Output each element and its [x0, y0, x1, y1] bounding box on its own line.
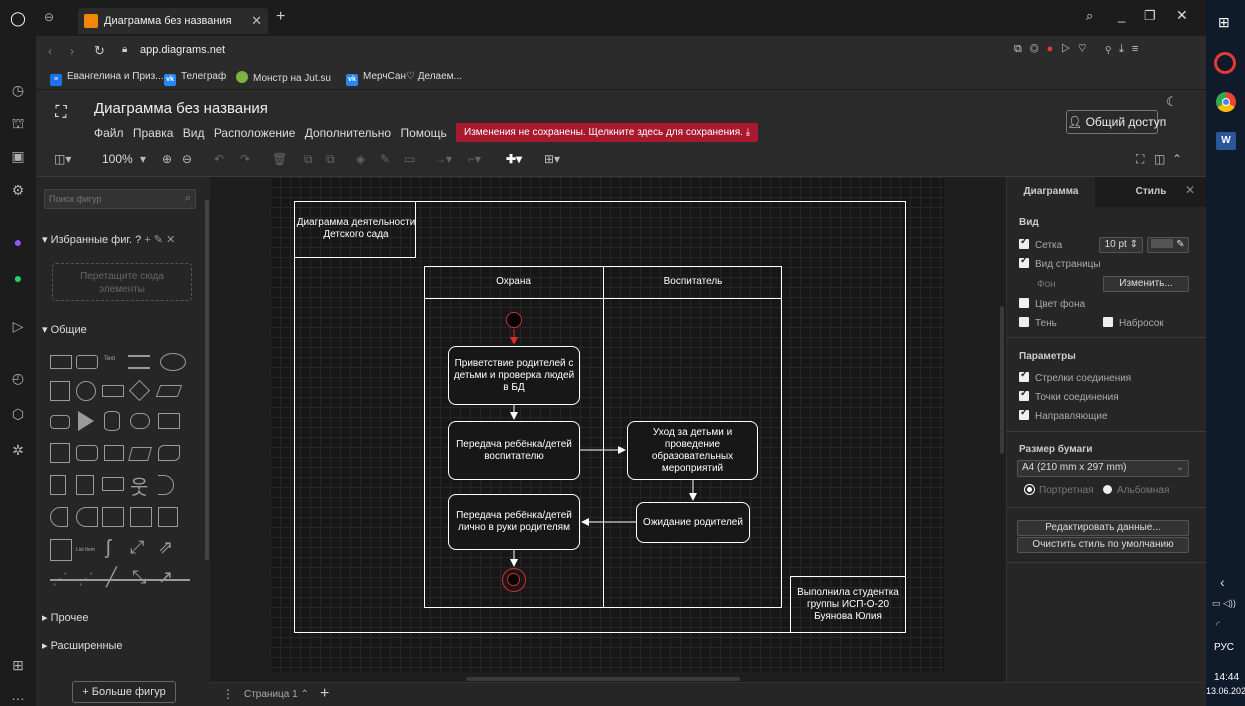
word-app-icon[interactable]: W	[1216, 132, 1236, 150]
divider	[1007, 337, 1207, 338]
clock-time[interactable]: 14:44	[1214, 672, 1239, 683]
options-section-title: Параметры	[1019, 351, 1076, 362]
view-section-title: Вид	[1019, 217, 1039, 228]
divider	[1007, 507, 1207, 508]
radio-selected-icon	[1025, 485, 1034, 494]
grid-color-picker[interactable]: ✎	[1147, 237, 1189, 253]
tab-diagram[interactable]: Диаграмма	[1007, 177, 1095, 207]
portrait-radio[interactable]: Портретная	[1025, 485, 1094, 496]
paper-size-select[interactable]: A4 (210 mm x 297 mm) ⌄	[1017, 460, 1189, 477]
paper-section-title: Размер бумаги	[1019, 444, 1093, 455]
connection-arrows-checkbox[interactable]: Стрелки соединения	[1019, 369, 1131, 384]
clear-default-style-button[interactable]: Очистить стиль по умолчанию	[1017, 537, 1189, 553]
opera-app-icon[interactable]	[1214, 52, 1236, 74]
windows-start-icon[interactable]: ⊞	[1218, 14, 1230, 31]
pages-menu-icon[interactable]: ⋮	[222, 687, 234, 701]
landscape-radio[interactable]: Альбомная	[1103, 485, 1169, 496]
checkbox-icon	[1019, 317, 1029, 327]
checkbox-icon	[1103, 317, 1113, 327]
checkbox-icon	[1019, 236, 1029, 249]
battery-volume-icon[interactable]: ▭ ◁))	[1212, 598, 1236, 609]
background-label: Фон	[1037, 279, 1056, 290]
connection-points-checkbox[interactable]: Точки соединения	[1019, 388, 1119, 403]
chevron-down-icon: ⌄	[1175, 462, 1184, 473]
canvas-vertical-scrollbar[interactable]	[1000, 306, 1004, 454]
grid-size-input[interactable]: 10 pt ⇕	[1099, 237, 1143, 253]
chrome-app-icon[interactable]	[1216, 92, 1236, 112]
tray-expand-icon[interactable]: ‹	[1220, 574, 1225, 590]
network-icon[interactable]: ◜	[1216, 620, 1220, 631]
canvas-horizontal-scrollbar[interactable]	[466, 677, 740, 681]
format-panel: Диаграмма Стиль ✕ Вид Сетка 10 pt ⇕ ✎ Ви…	[1006, 177, 1207, 706]
language-indicator[interactable]: РУС	[1214, 642, 1234, 653]
checkbox-icon	[1019, 369, 1029, 382]
divider	[1007, 562, 1207, 563]
pencil-icon: ✎	[1176, 239, 1185, 250]
change-background-button[interactable]: Изменить...	[1103, 276, 1189, 292]
divider	[1007, 431, 1207, 432]
grid-checkbox[interactable]: Сетка	[1019, 236, 1062, 251]
checkbox-icon	[1019, 388, 1029, 401]
sketch-checkbox[interactable]: Набросок	[1103, 317, 1164, 329]
author-text: Выполнила студентка группы ИСП-О-20 Буян…	[797, 586, 899, 622]
page-tabs-bar: ⋮ Страница 1 ⌃ +	[210, 682, 1206, 706]
guides-checkbox[interactable]: Направляющие	[1019, 407, 1108, 422]
add-page-icon[interactable]: +	[320, 685, 329, 703]
page-view-checkbox[interactable]: Вид страницы	[1019, 255, 1101, 270]
chrome-center	[1222, 98, 1230, 106]
radio-icon	[1103, 485, 1112, 494]
close-panel-icon[interactable]: ✕	[1185, 183, 1195, 197]
shadow-checkbox[interactable]: Тень	[1019, 317, 1057, 329]
edit-data-button[interactable]: Редактировать данные...	[1017, 520, 1189, 536]
background-color-checkbox[interactable]: Цвет фона	[1019, 298, 1085, 310]
checkbox-icon	[1019, 407, 1029, 420]
left-panel-scrollbar[interactable]	[205, 200, 209, 560]
grid-color-swatch	[1151, 239, 1174, 248]
chevron-up-icon: ⌃	[300, 689, 309, 700]
windows-taskbar: ⊞ W ‹ ▭ ◁)) ◜ РУС 14:44 13.06.202	[1206, 0, 1245, 706]
page-tab[interactable]: Страница 1 ⌃	[244, 689, 309, 700]
checkbox-icon	[1019, 255, 1029, 268]
checkbox-icon	[1019, 298, 1029, 308]
clock-date[interactable]: 13.06.202	[1206, 686, 1245, 696]
